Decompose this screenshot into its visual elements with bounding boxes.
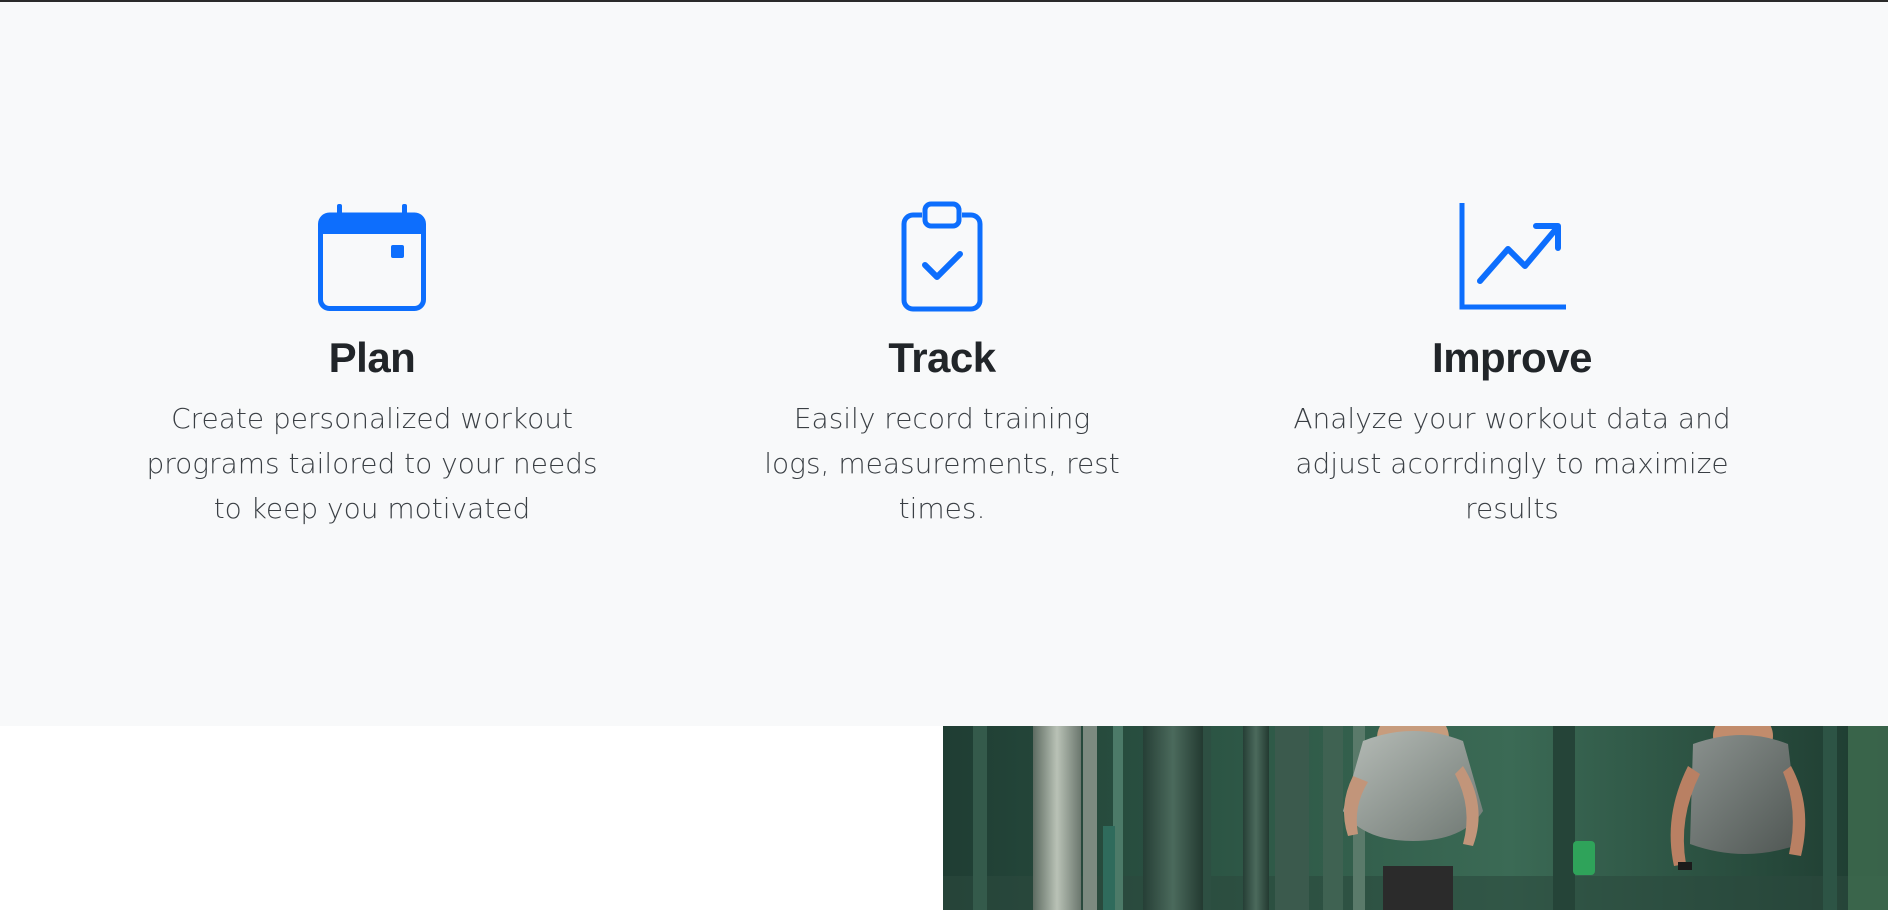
clipboard-check-icon <box>886 201 998 313</box>
features-section: Plan Create personalized workout program… <box>0 2 1888 726</box>
feature-improve: Improve Analyze your workout data and ad… <box>1282 201 1742 531</box>
feature-title: Plan <box>328 334 416 381</box>
calendar-icon <box>316 201 428 313</box>
feature-description: Create personalized workout programs tai… <box>146 402 598 525</box>
feature-description: Easily record training logs, measurement… <box>764 402 1120 525</box>
feature-track: Track Easily record training logs, measu… <box>712 201 1172 531</box>
runners-in-park-image <box>943 726 1888 910</box>
feature-title: Track <box>888 334 996 381</box>
feature-plan: Plan Create personalized workout program… <box>142 201 602 531</box>
feature-title: Improve <box>1432 334 1592 381</box>
feature-description: Analyze your workout data and adjust aco… <box>1293 402 1731 525</box>
graph-up-arrow-icon <box>1456 201 1568 313</box>
